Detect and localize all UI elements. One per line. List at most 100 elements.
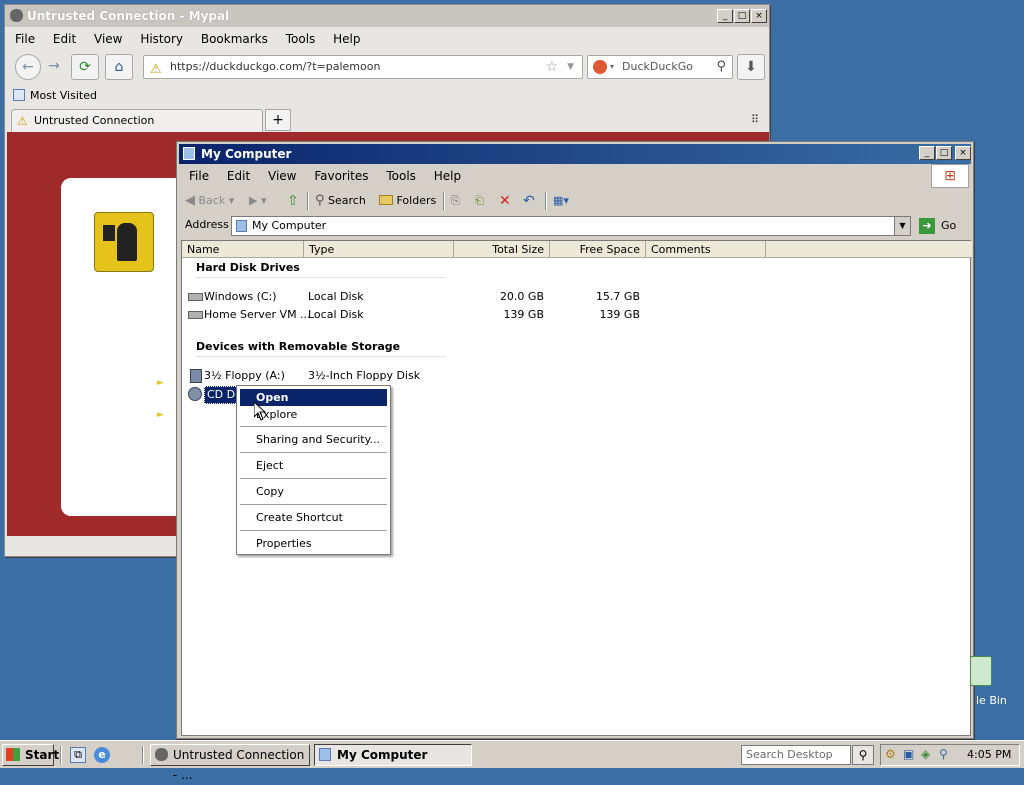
delete-icon[interactable]: ✕ (499, 190, 511, 212)
task-browser[interactable]: Untrusted Connection - ... (150, 744, 310, 782)
back-button[interactable]: ◀ Back ▾ (185, 190, 234, 212)
windows-logo-icon: ⊞ (931, 164, 969, 188)
forward-arrow-icon[interactable]: → (41, 54, 67, 80)
column-name[interactable]: Name (182, 241, 304, 258)
computer-icon (319, 748, 331, 761)
menu-tools[interactable]: Tools (386, 169, 416, 183)
close-button[interactable]: × (751, 9, 767, 23)
tab-grid-icon[interactable]: ⠿ (751, 113, 759, 126)
folders-button[interactable]: Folders (379, 190, 436, 212)
toolbar-separator (443, 192, 445, 210)
menu-view[interactable]: View (94, 32, 122, 46)
warning-icon: ⚠ (150, 62, 162, 77)
menu-help[interactable]: Help (333, 32, 360, 46)
copy-to-icon[interactable]: ⎗ (475, 190, 484, 212)
forward-button[interactable]: ▶ ▾ (249, 190, 266, 212)
drive-total: 20.0 GB (499, 290, 544, 303)
menu-file[interactable]: File (189, 169, 209, 183)
mypal-logo-icon (10, 9, 23, 22)
bookmark-label: Most Visited (30, 89, 97, 102)
menu-edit[interactable]: Edit (53, 32, 76, 46)
menu-separator (240, 530, 387, 531)
search-input[interactable]: ▾ DuckDuckGo ⚲ (587, 55, 733, 79)
taskbar: Start ⧉ e Untrusted Connection - ... My … (0, 740, 1024, 782)
menu-edit[interactable]: Edit (227, 169, 250, 183)
tray-security-icon[interactable]: ◈ (921, 747, 930, 761)
toolbar-separator (545, 192, 547, 210)
clock[interactable]: 4:05 PM (967, 748, 1011, 761)
go-button[interactable]: ➜ Go (917, 216, 969, 236)
bookmark-most-visited[interactable]: Most Visited (13, 89, 97, 102)
back-arrow-icon[interactable]: ← (15, 54, 41, 80)
floppy-drive-icon (190, 369, 202, 383)
close-button[interactable]: × (955, 146, 971, 160)
menu-help[interactable]: Help (434, 169, 461, 183)
tray-search-icon[interactable]: ⚲ (939, 747, 948, 761)
computer-icon (236, 220, 247, 232)
computer-icon (183, 147, 195, 160)
minimize-button[interactable]: _ (717, 9, 733, 23)
up-folder-icon[interactable]: ⇧ (287, 190, 299, 212)
desktop-search-input[interactable]: Search Desktop (741, 745, 851, 765)
magnifier-icon[interactable]: ⚲ (716, 56, 726, 78)
search-icon[interactable]: ⚲ (852, 745, 874, 765)
search-button[interactable]: ⚲ Search (315, 190, 366, 212)
folder-icon (379, 195, 393, 205)
undo-icon[interactable]: ↶ (523, 190, 535, 212)
menu-bookmarks[interactable]: Bookmarks (201, 32, 268, 46)
menu-separator (240, 504, 387, 505)
taskbar-separator (60, 746, 62, 764)
tray-network-icon[interactable]: ▣ (903, 747, 914, 761)
drive-name: Windows (C:) (204, 290, 277, 303)
drive-row-windows[interactable]: Windows (C:) Local Disk 20.0 GB 15.7 GB (186, 289, 746, 305)
star-icon[interactable]: ☆ (545, 56, 558, 78)
tray-tool-icon[interactable]: ⚙ (885, 747, 896, 761)
column-comments[interactable]: Comments (646, 241, 766, 258)
address-input[interactable]: My Computer ▼ (231, 216, 911, 236)
maximize-button[interactable]: □ (936, 146, 952, 160)
menu-tools[interactable]: Tools (286, 32, 316, 46)
views-icon[interactable]: ▦▾ (553, 190, 569, 212)
home-icon[interactable]: ⌂ (105, 54, 133, 80)
maximize-button[interactable]: □ (734, 9, 750, 23)
column-total-size[interactable]: Total Size (454, 241, 550, 258)
menu-file[interactable]: File (15, 32, 35, 46)
task-my-computer[interactable]: My Computer (314, 744, 472, 766)
menu-history[interactable]: History (140, 32, 183, 46)
explorer-titlebar[interactable]: My Computer (179, 144, 971, 164)
reload-icon[interactable]: ⟳ (71, 54, 99, 80)
column-free-space[interactable]: Free Space (550, 241, 646, 258)
address-dropdown-icon[interactable]: ▼ (894, 217, 910, 235)
recycle-bin-label[interactable]: le Bin (976, 694, 1007, 707)
explorer-title: My Computer (201, 147, 292, 161)
search-label: Search (328, 194, 366, 207)
column-type[interactable]: Type (304, 241, 454, 258)
task-label: Untrusted Connection - ... (173, 748, 305, 782)
download-icon[interactable]: ⬇ (737, 54, 765, 80)
minimize-button[interactable]: _ (919, 146, 935, 160)
menu-item-sharing-security[interactable]: Sharing and Security... (240, 431, 387, 448)
browser-titlebar[interactable]: Untrusted Connection - Mypal (5, 5, 769, 27)
drive-row-floppy[interactable]: 3½ Floppy (A:) 3½-Inch Floppy Disk (186, 368, 486, 384)
back-arrow-icon: ◀ (185, 193, 195, 208)
go-label: Go (941, 219, 957, 232)
new-tab-button[interactable]: + (265, 109, 291, 131)
menu-view[interactable]: View (268, 169, 296, 183)
menu-item-eject[interactable]: Eject (240, 457, 387, 474)
start-button[interactable]: Start (2, 744, 59, 766)
menu-favorites[interactable]: Favorites (314, 169, 368, 183)
taskbar-separator (142, 746, 144, 764)
dropdown-icon[interactable]: ▼ (567, 56, 574, 78)
drive-row-home-server[interactable]: Home Server VM ... Local Disk 139 GB 139… (186, 307, 746, 323)
tab-untrusted-connection[interactable]: ⚠ Untrusted Connection (11, 109, 263, 133)
menu-item-create-shortcut[interactable]: Create Shortcut (240, 509, 387, 526)
menu-item-properties[interactable]: Properties (240, 535, 387, 552)
engine-dropdown-icon[interactable]: ▾ (610, 56, 614, 78)
menu-item-copy[interactable]: Copy (240, 483, 387, 500)
recycle-bin-icon[interactable] (970, 656, 992, 686)
internet-explorer-icon[interactable]: e (94, 747, 110, 763)
show-desktop-icon[interactable]: ⧉ (70, 747, 86, 763)
url-input[interactable]: ⚠ https://duckduckgo.com/?t=palemoon ☆ ▼ (143, 55, 583, 79)
drive-name: 3½ Floppy (A:) (204, 369, 285, 382)
move-to-icon[interactable]: ⎘ (451, 190, 460, 212)
